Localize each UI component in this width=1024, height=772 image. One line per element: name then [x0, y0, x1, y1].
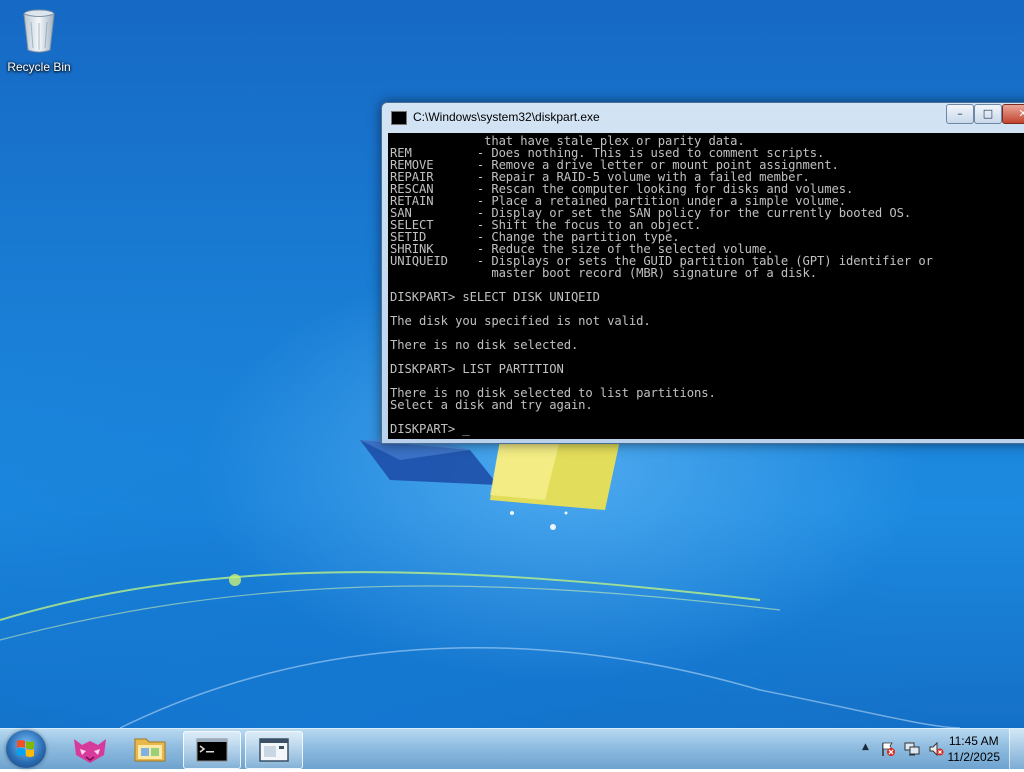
console-output: that have stale plex or parity data. REM… [390, 134, 933, 436]
text-cursor: _ [462, 422, 470, 436]
taskbar-app-window[interactable] [245, 731, 303, 769]
diskpart-window[interactable]: C:\Windows\system32\diskpart.exe – □ ✕ t… [381, 102, 1024, 444]
flag-error-icon[interactable] [880, 741, 896, 757]
clock-time: 11:45 AM [948, 734, 999, 748]
taskbar-app-cmd[interactable] [183, 731, 241, 769]
show-hidden-icons-button[interactable]: ▲ [862, 742, 869, 752]
window-titlebar[interactable]: C:\Windows\system32\diskpart.exe – □ ✕ [382, 103, 1024, 131]
taskbar-app-explorer[interactable] [122, 731, 178, 767]
maximize-button[interactable]: □ [974, 104, 1002, 124]
recycle-bin-icon [23, 9, 55, 53]
system-tray: ▲ 11:45 AM 11/2/2025 [834, 729, 1024, 769]
network-icon[interactable] [904, 741, 920, 757]
folder-icon [134, 738, 166, 762]
console-prompt: DISKPART> [390, 422, 463, 436]
recycle-bin-label: Recycle Bin [7, 60, 71, 74]
clock-date: 11/2/2025 [947, 750, 1001, 764]
window-app-icon [259, 738, 289, 762]
close-button[interactable]: ✕ [1002, 104, 1024, 124]
taskbar-app-fox[interactable] [62, 731, 118, 767]
window-title: C:\Windows\system32\diskpart.exe [413, 110, 600, 124]
command-prompt-icon [196, 738, 228, 762]
clock[interactable]: 11:45 AM 11/2/2025 [948, 733, 1001, 765]
windows-logo-icon [17, 740, 34, 757]
fox-app-icon [74, 739, 106, 763]
command-prompt-icon [391, 111, 407, 125]
desktop-icon-recycle-bin[interactable]: Recycle Bin [6, 6, 72, 74]
minimize-button[interactable]: – [946, 104, 974, 124]
show-desktop-button[interactable] [1009, 729, 1024, 769]
volume-muted-icon[interactable] [928, 741, 944, 757]
taskbar: ▲ 11:45 AM 11/2/2025 [0, 728, 1024, 769]
start-button[interactable] [6, 730, 46, 768]
console-area[interactable]: that have stale plex or parity data. REM… [388, 133, 1024, 439]
